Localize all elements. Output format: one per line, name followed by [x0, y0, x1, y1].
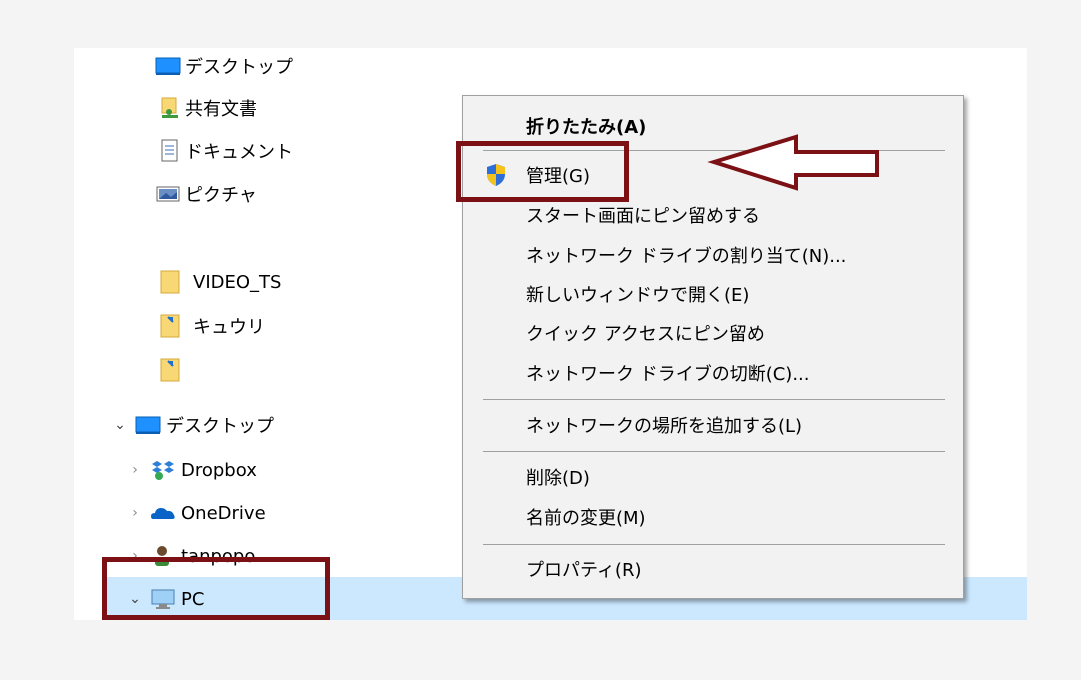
tree-item-kyuuri[interactable]: キュウリ: [160, 306, 265, 346]
tree-item-label: OneDrive: [181, 502, 266, 524]
menu-item-label: ネットワーク ドライブの切断(C)...: [526, 364, 810, 385]
tree-item-label: デスクトップ: [185, 57, 293, 78]
chevron-down-icon[interactable]: ⌄: [110, 417, 130, 433]
shared-folder-icon: [160, 95, 185, 121]
menu-item-collapse[interactable]: 折りたたみ(A): [526, 108, 646, 144]
menu-item-pin-to-start[interactable]: スタート画面にピン留めする: [526, 197, 760, 233]
folder-icon: [160, 269, 193, 295]
left-arrow-icon: [707, 134, 879, 191]
folder-shortcut-icon: [160, 313, 193, 339]
tree-item-label: ドキュメント: [185, 142, 293, 163]
menu-item-open-new-window[interactable]: 新しいウィンドウで開く(E): [526, 276, 749, 312]
tree-item-label: VIDEO_TS: [193, 271, 282, 293]
desktop-icon: [130, 412, 166, 438]
tree-item-label: キュウリ: [193, 317, 265, 338]
chevron-right-icon[interactable]: ›: [125, 505, 145, 521]
document-icon: [160, 138, 185, 164]
tree-item-documents[interactable]: ドキュメント: [160, 131, 293, 171]
menu-item-rename[interactable]: 名前の変更(M): [526, 499, 646, 535]
tree-item-dropbox[interactable]: › Dropbox: [125, 450, 257, 490]
menu-item-label: プロパティ(R): [526, 560, 642, 581]
chevron-right-icon[interactable]: ›: [125, 462, 145, 478]
manage-highlight-box: [456, 141, 629, 202]
menu-item-label: ネットワーク ドライブの割り当て(N)...: [526, 246, 847, 267]
tree-item-label: ピクチャ: [185, 185, 257, 206]
menu-separator: [483, 544, 945, 545]
dropbox-icon: [145, 457, 181, 483]
tree-item-desktop-root[interactable]: ⌄ デスクトップ: [110, 405, 274, 445]
onedrive-icon: [145, 500, 181, 526]
menu-item-pin-quick-access[interactable]: クイック アクセスにピン留め: [526, 315, 765, 351]
screenshot-canvas: デスクトップ 共有文書 ドキュメント ピクチャ VIDEO_TS キュウリ ⌄ …: [0, 0, 1081, 680]
menu-item-delete[interactable]: 削除(D): [526, 459, 590, 495]
menu-item-properties[interactable]: プロパティ(R): [526, 551, 641, 587]
menu-item-label: 折りたたみ(A): [526, 117, 647, 138]
tree-item-label: デスクトップ: [166, 416, 274, 437]
pc-highlight-box: [102, 557, 330, 620]
menu-item-map-network-drive[interactable]: ネットワーク ドライブの割り当て(N)...: [526, 237, 846, 273]
menu-item-disconnect-network-drive[interactable]: ネットワーク ドライブの切断(C)...: [526, 355, 810, 391]
menu-separator: [483, 451, 945, 452]
tree-item-unnamed-shortcut[interactable]: [160, 350, 193, 390]
menu-item-label: スタート画面にピン留めする: [526, 206, 760, 227]
desktop-icon: [155, 53, 185, 79]
folder-shortcut-icon: [160, 357, 193, 383]
menu-item-label: 名前の変更(M): [526, 508, 646, 529]
menu-item-add-network-location[interactable]: ネットワークの場所を追加する(L): [526, 407, 802, 443]
menu-item-label: 新しいウィンドウで開く(E): [526, 285, 750, 306]
menu-item-label: 削除(D): [526, 468, 590, 489]
menu-item-label: ネットワークの場所を追加する(L): [526, 416, 803, 437]
tree-item-label: Dropbox: [181, 459, 257, 481]
tree-item-onedrive[interactable]: › OneDrive: [125, 493, 266, 533]
tree-item-desktop[interactable]: デスクトップ: [155, 46, 293, 86]
picture-icon: [155, 181, 185, 207]
tree-item-label: 共有文書: [185, 99, 257, 120]
menu-separator: [483, 399, 945, 400]
tree-item-pictures[interactable]: ピクチャ: [155, 174, 257, 214]
tree-item-video-ts[interactable]: VIDEO_TS: [160, 262, 281, 302]
menu-item-label: クイック アクセスにピン留め: [526, 324, 765, 345]
tree-item-shared-docs[interactable]: 共有文書: [160, 88, 257, 128]
